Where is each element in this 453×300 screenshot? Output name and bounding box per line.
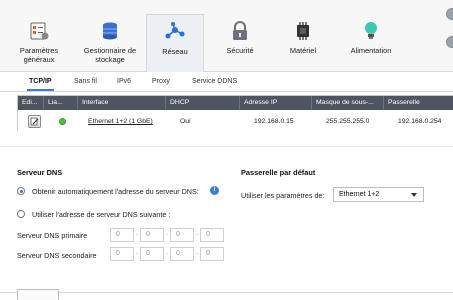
ip-separator: . (196, 230, 198, 237)
dns-secondary-label: Serveur DNS secondaire (17, 251, 97, 260)
tool-label: Paramètres généraux (19, 46, 59, 64)
bottom-button[interactable] (17, 289, 59, 300)
top-toolbar: Paramètres généraux Gestionnaire de stoc… (0, 0, 453, 72)
tool-label: Gestionnaire de stockage (83, 46, 137, 64)
network-icon (165, 22, 185, 39)
col-dhcp[interactable]: DHCP (166, 96, 240, 110)
tool-power[interactable]: Alimentation (340, 14, 402, 72)
gateway-use-label: Utiliser les paramètres de: (241, 191, 325, 200)
side-button-top[interactable] (446, 8, 453, 20)
settings-checklist-icon (30, 22, 49, 40)
interface-name[interactable]: Ethernet 1+2 (1 GbE) (84, 112, 153, 131)
col-edit[interactable]: Edi... (18, 96, 44, 110)
side-controls (446, 8, 453, 64)
col-ip[interactable]: Adresse IP (240, 96, 312, 110)
ip-separator: . (166, 230, 168, 237)
tab-ipv6[interactable]: IPv6 (117, 78, 131, 85)
tab-bar: TCP/IP Sans fil IPv6 Proxy Service DDNS (0, 72, 453, 92)
dns-primary-label: Serveur DNS primaire (17, 231, 88, 240)
ip-octet[interactable]: 0 (110, 228, 134, 242)
side-button-bottom[interactable] (446, 36, 453, 48)
dns-primary-field: 0 . 0 . 0 . 0 (110, 228, 224, 242)
ip-separator: . (136, 249, 138, 256)
lock-icon (233, 21, 247, 40)
tool-label: Matériel (289, 46, 317, 55)
col-interface[interactable]: Interface (78, 96, 166, 110)
ip-octet[interactable]: 0 (140, 247, 164, 261)
tool-label: Réseau (162, 47, 188, 56)
tool-general-settings[interactable]: Paramètres généraux (14, 14, 64, 72)
chevron-down-icon (411, 193, 417, 197)
col-mask[interactable]: Masque de sous-... (312, 96, 384, 110)
ip-octet[interactable]: 0 (140, 228, 164, 242)
table-header: Edi... Lia... Interface DHCP Adresse IP … (18, 96, 453, 110)
ip-octet[interactable]: 0 (110, 247, 134, 261)
ip-separator: . (166, 249, 168, 256)
tab-tcpip[interactable]: TCP/IP (27, 78, 54, 91)
tool-network[interactable]: Réseau (146, 14, 204, 72)
tab-ddns[interactable]: Service DDNS (192, 78, 237, 85)
dhcp-value: Oui (180, 118, 191, 125)
gateway-value: 192.168.0.254 (398, 118, 442, 125)
dns-section-title: Serveur DNS (17, 168, 63, 177)
mask-value: 255.255.255.0 (326, 118, 370, 125)
edit-icon[interactable] (28, 115, 41, 128)
dns-secondary-field: 0 . 0 . 0 . 0 (110, 247, 224, 261)
tool-security[interactable]: Sécurité (212, 14, 268, 72)
info-icon[interactable]: i (210, 186, 219, 195)
col-link[interactable]: Lia... (44, 96, 78, 110)
ip-separator: . (136, 230, 138, 237)
tool-label: Sécurité (226, 46, 254, 55)
dns-auto-label: Obtenir automatiquement l'adresse du ser… (32, 187, 199, 196)
ip-value: 192.168.0.15 (254, 118, 294, 125)
tool-label: Alimentation (350, 46, 392, 55)
gateway-section-title: Passerelle par défaut (241, 168, 316, 177)
bottom-divider (0, 292, 453, 293)
gateway-select[interactable]: Ethernet 1+2 (333, 187, 424, 202)
tab-proxy[interactable]: Proxy (152, 78, 170, 85)
chip-icon (297, 22, 309, 40)
table-row[interactable]: Ethernet 1+2 (1 GbE) Oui 192.168.0.15 25… (18, 112, 453, 131)
dns-auto-radio[interactable] (17, 187, 25, 195)
tool-hardware[interactable]: Matériel (278, 14, 328, 72)
interfaces-table: Edi... Lia... Interface DHCP Adresse IP … (17, 95, 453, 131)
gateway-selected-value: Ethernet 1+2 (339, 191, 380, 198)
ip-octet[interactable]: 0 (170, 228, 194, 242)
tool-storage-manager[interactable]: Gestionnaire de stockage (78, 14, 142, 72)
ip-octet[interactable]: 0 (200, 247, 224, 261)
database-icon (103, 22, 117, 40)
col-gateway[interactable]: Passerelle (384, 96, 453, 110)
link-status-icon (59, 118, 66, 125)
lightbulb-icon (365, 22, 377, 39)
dns-manual-radio[interactable] (17, 210, 25, 218)
section-divider (0, 146, 453, 147)
ip-separator: . (196, 249, 198, 256)
dns-manual-label: Utiliser l'adresse de serveur DNS suivan… (32, 210, 171, 219)
ip-octet[interactable]: 0 (200, 228, 224, 242)
ip-octet[interactable]: 0 (170, 247, 194, 261)
tab-wireless[interactable]: Sans fil (74, 78, 97, 85)
